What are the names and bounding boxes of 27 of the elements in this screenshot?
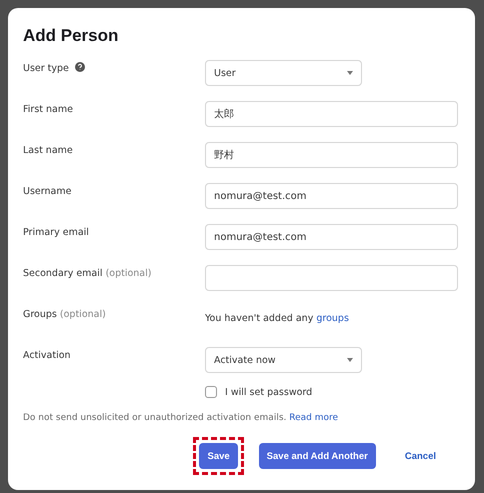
caret-icon (347, 71, 353, 75)
field-label: Username (23, 185, 72, 197)
cancel-link[interactable]: Cancel (396, 443, 444, 469)
groups-link[interactable]: groups (316, 313, 349, 324)
field-label: Activation (23, 349, 71, 361)
input-field[interactable]: 太郎 (205, 101, 458, 127)
checkbox-label: I will set password (225, 386, 312, 398)
field-label: Groups (optional) (23, 308, 106, 320)
input-field[interactable]: nomura@test.com (205, 183, 458, 209)
notice-text: Do not send unsolicited or unauthorized activation emails. Read more (23, 413, 340, 423)
field-label: First name (23, 103, 73, 115)
action-button[interactable]: Save and Add Another (258, 443, 376, 469)
select-field[interactable]: Activate now (205, 347, 362, 373)
groups-text: You haven't added any groups (205, 312, 349, 324)
checkbox[interactable] (205, 386, 217, 398)
input-field[interactable] (205, 265, 458, 291)
field-label: Primary email (23, 226, 89, 238)
caret-icon (347, 358, 353, 362)
dialog-title: Add Person (23, 26, 120, 46)
select-field[interactable]: User (205, 60, 362, 86)
input-field[interactable]: nomura@test.com (205, 224, 458, 250)
field-label: User type (23, 62, 69, 74)
input-field[interactable]: 野村 (205, 142, 458, 168)
action-button[interactable]: Save (199, 443, 238, 469)
field-label: Secondary email (optional) (23, 267, 152, 279)
read-more-link[interactable]: Read more (289, 413, 338, 423)
field-label: Last name (23, 144, 73, 156)
